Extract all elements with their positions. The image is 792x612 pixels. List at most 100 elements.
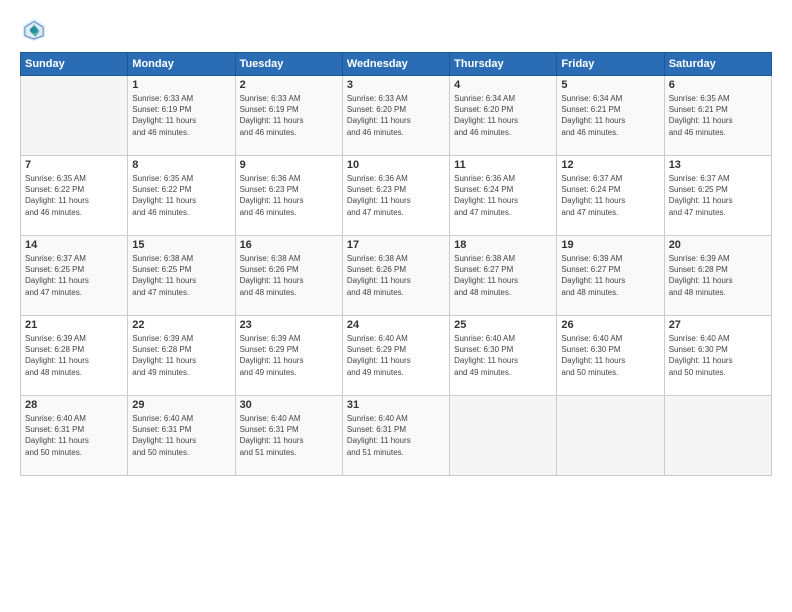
- day-info: Sunrise: 6:33 AM Sunset: 6:19 PM Dayligh…: [132, 93, 230, 138]
- day-cell: 16Sunrise: 6:38 AM Sunset: 6:26 PM Dayli…: [235, 236, 342, 316]
- day-cell: 1 Sunrise: 6:33 AM Sunset: 6:19 PM Daylig…: [128, 76, 235, 156]
- day-cell: 14 Sunrise: 6:37 AM Sunset: 6:25 PM Dayli…: [21, 236, 128, 316]
- day-number: 7: [25, 159, 123, 171]
- day-info: Sunrise: 6:36 AM Sunset: 6:24 PM Dayligh…: [454, 173, 552, 218]
- day-cell: 24 Sunrise: 6:40 AM Sunset: 6:29 PM Dayli…: [342, 316, 449, 396]
- day-cell: 17Sunrise: 6:38 AM Sunset: 6:26 PM Dayli…: [342, 236, 449, 316]
- day-info: Sunrise: 6:40 AM Sunset: 6:31 PM Dayligh…: [132, 413, 230, 458]
- day-info: Sunrise: 6:34 AM Sunset: 6:21 PM Dayligh…: [561, 93, 659, 138]
- week-row-2: 7 Sunrise: 6:35 AM Sunset: 6:22 PM Daylig…: [21, 156, 772, 236]
- day-cell: 18 Sunrise: 6:38 AM Sunset: 6:27 PM Dayli…: [450, 236, 557, 316]
- day-info: Sunrise: 6:38 AM Sunset: 6:27 PM Dayligh…: [454, 253, 552, 298]
- day-number: 19: [561, 239, 659, 251]
- day-info: Sunrise: 6:40 AM Sunset: 6:29 PM Dayligh…: [347, 333, 445, 378]
- day-number: 9: [240, 159, 338, 171]
- day-info: Sunrise: 6:37 AM Sunset: 6:24 PM Dayligh…: [561, 173, 659, 218]
- day-number: 15: [132, 239, 230, 251]
- day-number: 13: [669, 159, 767, 171]
- day-info: Sunrise: 6:35 AM Sunset: 6:22 PM Dayligh…: [132, 173, 230, 218]
- day-number: 20: [669, 239, 767, 251]
- day-cell: 9 Sunrise: 6:36 AM Sunset: 6:23 PM Daylig…: [235, 156, 342, 236]
- day-cell: [450, 396, 557, 476]
- calendar-table: SundayMondayTuesdayWednesdayThursdayFrid…: [20, 52, 772, 476]
- week-row-4: 21 Sunrise: 6:39 AM Sunset: 6:28 PM Dayli…: [21, 316, 772, 396]
- day-info: Sunrise: 6:35 AM Sunset: 6:21 PM Dayligh…: [669, 93, 767, 138]
- day-info: Sunrise: 6:40 AM Sunset: 6:31 PM Dayligh…: [347, 413, 445, 458]
- day-info: Sunrise: 6:39 AM Sunset: 6:28 PM Dayligh…: [25, 333, 123, 378]
- day-number: 12: [561, 159, 659, 171]
- day-cell: 21 Sunrise: 6:39 AM Sunset: 6:28 PM Dayli…: [21, 316, 128, 396]
- day-number: 8: [132, 159, 230, 171]
- day-number: 4: [454, 79, 552, 91]
- day-cell: 25Sunrise: 6:40 AM Sunset: 6:30 PM Dayli…: [450, 316, 557, 396]
- header-cell-thursday: Thursday: [450, 53, 557, 76]
- day-number: 28: [25, 399, 123, 411]
- day-info: Sunrise: 6:33 AM Sunset: 6:19 PM Dayligh…: [240, 93, 338, 138]
- day-cell: 31Sunrise: 6:40 AM Sunset: 6:31 PM Dayli…: [342, 396, 449, 476]
- day-number: 17: [347, 239, 445, 251]
- day-cell: 19 Sunrise: 6:39 AM Sunset: 6:27 PM Dayli…: [557, 236, 664, 316]
- day-info: Sunrise: 6:38 AM Sunset: 6:25 PM Dayligh…: [132, 253, 230, 298]
- day-info: Sunrise: 6:39 AM Sunset: 6:27 PM Dayligh…: [561, 253, 659, 298]
- day-info: Sunrise: 6:36 AM Sunset: 6:23 PM Dayligh…: [347, 173, 445, 218]
- header-cell-friday: Friday: [557, 53, 664, 76]
- day-cell: 7 Sunrise: 6:35 AM Sunset: 6:22 PM Daylig…: [21, 156, 128, 236]
- day-info: Sunrise: 6:40 AM Sunset: 6:30 PM Dayligh…: [454, 333, 552, 378]
- day-cell: [557, 396, 664, 476]
- header-cell-sunday: Sunday: [21, 53, 128, 76]
- day-cell: 20 Sunrise: 6:39 AM Sunset: 6:28 PM Dayli…: [664, 236, 771, 316]
- day-cell: [21, 76, 128, 156]
- day-cell: 10Sunrise: 6:36 AM Sunset: 6:23 PM Dayli…: [342, 156, 449, 236]
- day-number: 2: [240, 79, 338, 91]
- header-cell-wednesday: Wednesday: [342, 53, 449, 76]
- day-number: 14: [25, 239, 123, 251]
- day-cell: 12 Sunrise: 6:37 AM Sunset: 6:24 PM Dayli…: [557, 156, 664, 236]
- day-cell: 13Sunrise: 6:37 AM Sunset: 6:25 PM Dayli…: [664, 156, 771, 236]
- day-number: 26: [561, 319, 659, 331]
- header-cell-saturday: Saturday: [664, 53, 771, 76]
- day-cell: 15 Sunrise: 6:38 AM Sunset: 6:25 PM Dayli…: [128, 236, 235, 316]
- day-number: 22: [132, 319, 230, 331]
- day-info: Sunrise: 6:39 AM Sunset: 6:29 PM Dayligh…: [240, 333, 338, 378]
- day-number: 23: [240, 319, 338, 331]
- day-cell: 23 Sunrise: 6:39 AM Sunset: 6:29 PM Dayli…: [235, 316, 342, 396]
- day-number: 21: [25, 319, 123, 331]
- day-number: 5: [561, 79, 659, 91]
- day-info: Sunrise: 6:39 AM Sunset: 6:28 PM Dayligh…: [132, 333, 230, 378]
- day-cell: 3 Sunrise: 6:33 AM Sunset: 6:20 PM Daylig…: [342, 76, 449, 156]
- day-cell: 5 Sunrise: 6:34 AM Sunset: 6:21 PM Daylig…: [557, 76, 664, 156]
- logo: [20, 16, 52, 44]
- day-info: Sunrise: 6:40 AM Sunset: 6:30 PM Dayligh…: [561, 333, 659, 378]
- day-info: Sunrise: 6:35 AM Sunset: 6:22 PM Dayligh…: [25, 173, 123, 218]
- day-number: 11: [454, 159, 552, 171]
- day-info: Sunrise: 6:33 AM Sunset: 6:20 PM Dayligh…: [347, 93, 445, 138]
- day-cell: 6Sunrise: 6:35 AM Sunset: 6:21 PM Daylig…: [664, 76, 771, 156]
- day-number: 27: [669, 319, 767, 331]
- day-cell: 27 Sunrise: 6:40 AM Sunset: 6:30 PM Dayli…: [664, 316, 771, 396]
- header-cell-tuesday: Tuesday: [235, 53, 342, 76]
- day-info: Sunrise: 6:37 AM Sunset: 6:25 PM Dayligh…: [25, 253, 123, 298]
- day-info: Sunrise: 6:36 AM Sunset: 6:23 PM Dayligh…: [240, 173, 338, 218]
- day-info: Sunrise: 6:38 AM Sunset: 6:26 PM Dayligh…: [240, 253, 338, 298]
- day-cell: 29 Sunrise: 6:40 AM Sunset: 6:31 PM Dayli…: [128, 396, 235, 476]
- day-number: 30: [240, 399, 338, 411]
- page: SundayMondayTuesdayWednesdayThursdayFrid…: [0, 0, 792, 612]
- day-info: Sunrise: 6:39 AM Sunset: 6:28 PM Dayligh…: [669, 253, 767, 298]
- day-cell: 8 Sunrise: 6:35 AM Sunset: 6:22 PM Daylig…: [128, 156, 235, 236]
- day-number: 3: [347, 79, 445, 91]
- day-number: 24: [347, 319, 445, 331]
- day-cell: 26 Sunrise: 6:40 AM Sunset: 6:30 PM Dayli…: [557, 316, 664, 396]
- day-number: 18: [454, 239, 552, 251]
- header-row: SundayMondayTuesdayWednesdayThursdayFrid…: [21, 53, 772, 76]
- logo-icon: [20, 16, 48, 44]
- week-row-1: 1 Sunrise: 6:33 AM Sunset: 6:19 PM Daylig…: [21, 76, 772, 156]
- day-cell: 30Sunrise: 6:40 AM Sunset: 6:31 PM Dayli…: [235, 396, 342, 476]
- header-cell-monday: Monday: [128, 53, 235, 76]
- day-cell: [664, 396, 771, 476]
- day-cell: 4Sunrise: 6:34 AM Sunset: 6:20 PM Daylig…: [450, 76, 557, 156]
- day-cell: 22 Sunrise: 6:39 AM Sunset: 6:28 PM Dayli…: [128, 316, 235, 396]
- day-cell: 28Sunrise: 6:40 AM Sunset: 6:31 PM Dayli…: [21, 396, 128, 476]
- day-number: 1: [132, 79, 230, 91]
- day-number: 29: [132, 399, 230, 411]
- day-info: Sunrise: 6:40 AM Sunset: 6:30 PM Dayligh…: [669, 333, 767, 378]
